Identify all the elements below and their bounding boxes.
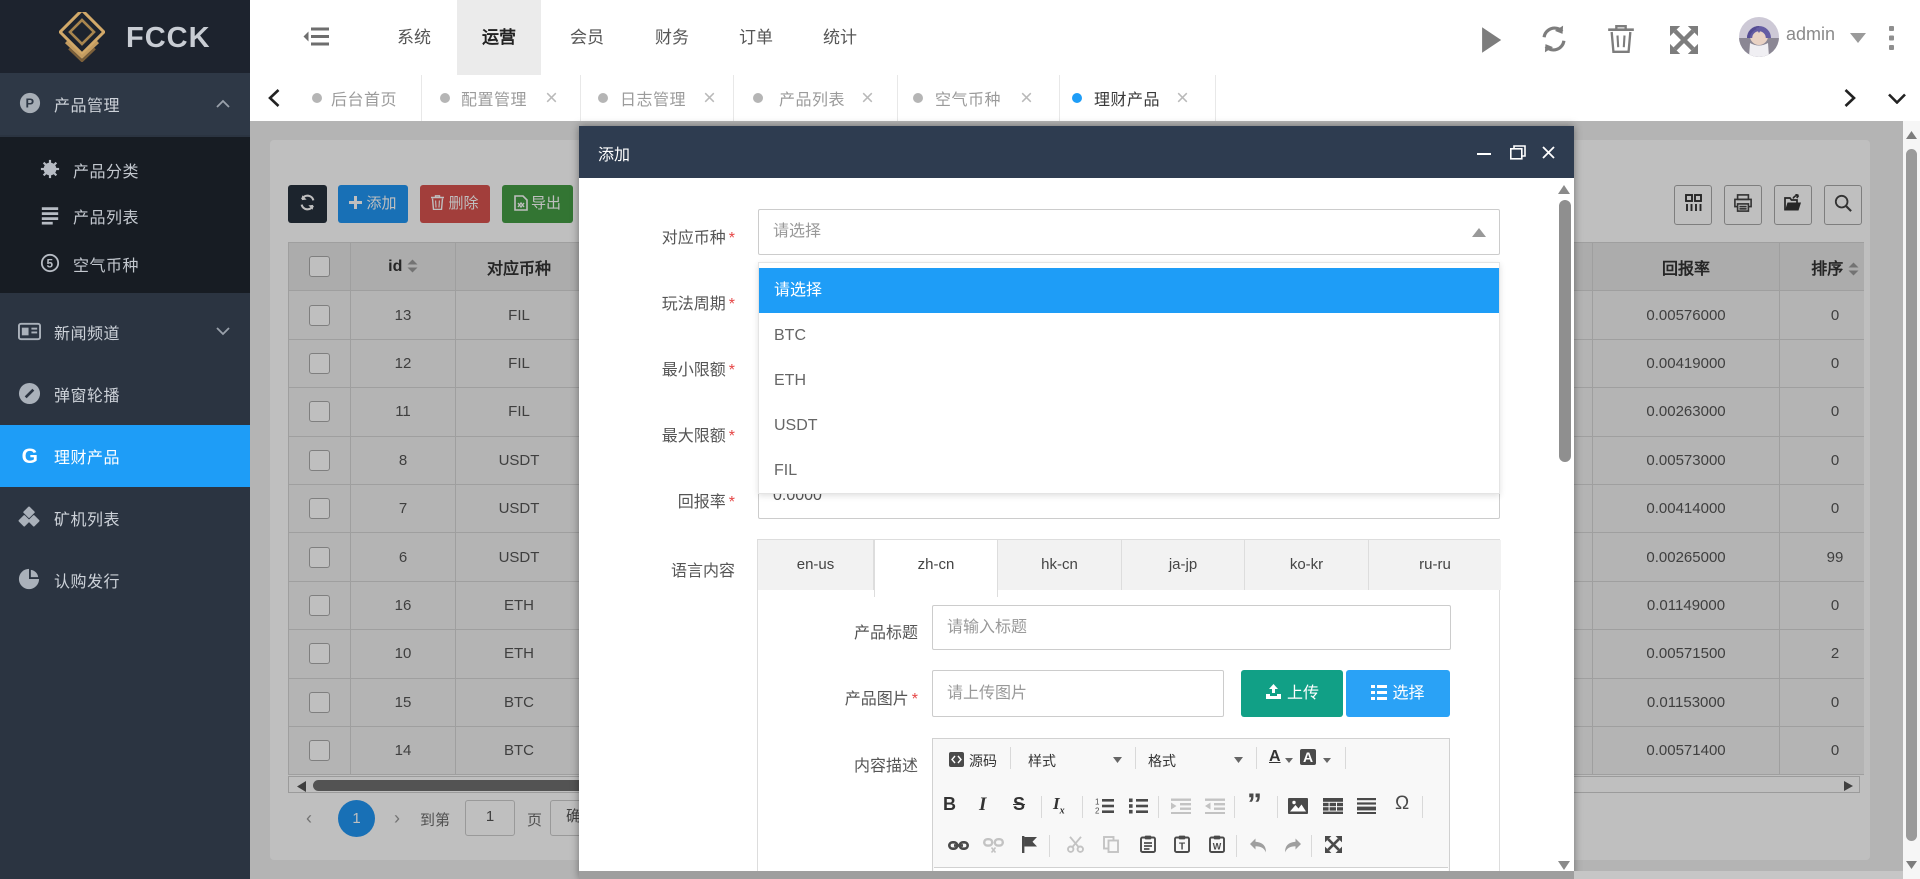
svg-text:G: G [22,445,39,468]
svg-text:P: P [25,96,34,111]
svg-text:1: 1 [1095,798,1100,807]
svg-text:W: W [1213,842,1222,852]
svg-text:5: 5 [46,256,53,270]
svg-text:T: T [1179,842,1185,853]
svg-text:2: 2 [1095,807,1100,815]
